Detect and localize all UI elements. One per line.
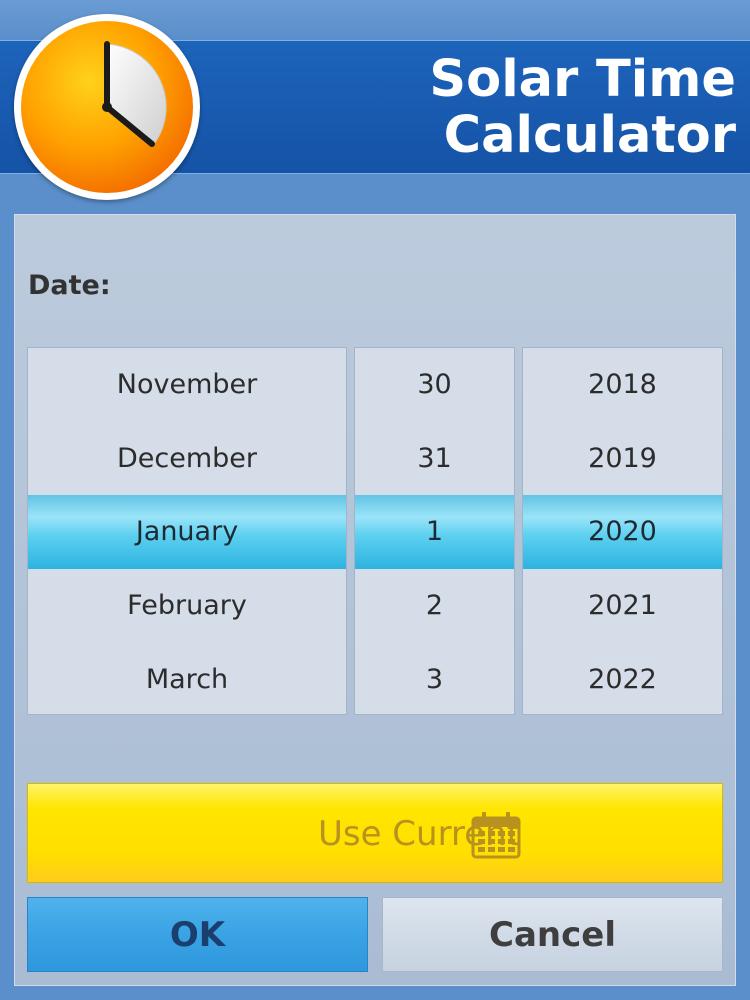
- ok-button[interactable]: OK: [27, 897, 368, 972]
- app-title-line2: Calculator: [443, 106, 736, 165]
- month-option[interactable]: February: [28, 569, 346, 643]
- clock-icon: [14, 14, 200, 200]
- day-option[interactable]: 31: [355, 422, 514, 496]
- year-option[interactable]: 2022: [523, 643, 722, 714]
- day-picker[interactable]: 30 31 1 2 3: [354, 347, 515, 715]
- calendar-icon: [471, 812, 521, 859]
- day-option[interactable]: 2: [355, 569, 514, 643]
- month-option[interactable]: March: [28, 643, 346, 714]
- date-label: Date:: [28, 270, 111, 301]
- month-picker[interactable]: November December January February March: [27, 347, 347, 715]
- cancel-button[interactable]: Cancel: [382, 897, 723, 972]
- year-option-selected[interactable]: 2020: [523, 495, 722, 569]
- use-current-button[interactable]: Use Current: [27, 783, 723, 883]
- day-option-selected[interactable]: 1: [355, 495, 514, 569]
- year-option[interactable]: 2021: [523, 569, 722, 643]
- day-option[interactable]: 30: [355, 348, 514, 422]
- month-option-selected[interactable]: January: [28, 495, 346, 569]
- year-option[interactable]: 2019: [523, 422, 722, 496]
- year-picker[interactable]: 2018 2019 2020 2021 2022: [522, 347, 723, 715]
- month-option[interactable]: November: [28, 348, 346, 422]
- month-option[interactable]: December: [28, 422, 346, 496]
- app-title: Solar Time Calculator: [316, 52, 736, 164]
- app-title-line1: Solar Time: [429, 50, 736, 109]
- day-option[interactable]: 3: [355, 643, 514, 714]
- year-option[interactable]: 2018: [523, 348, 722, 422]
